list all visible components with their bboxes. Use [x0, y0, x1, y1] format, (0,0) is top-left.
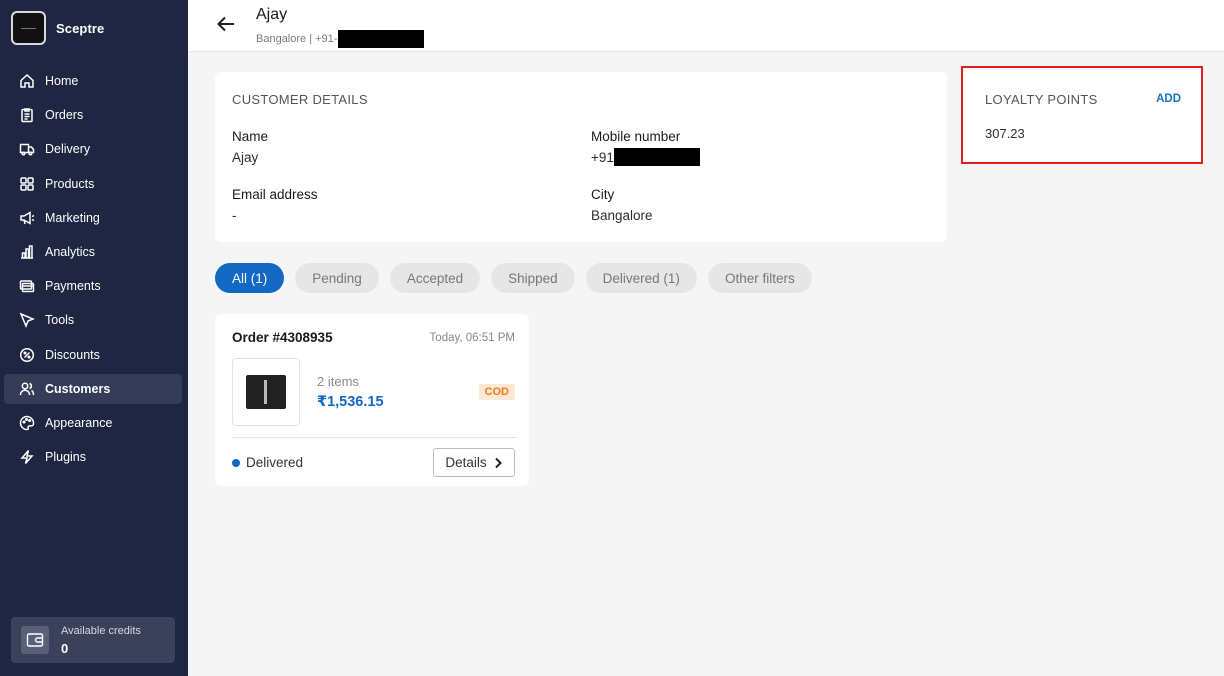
sidebar-item-delivery[interactable]: Delivery [4, 134, 182, 164]
add-loyalty-button[interactable]: ADD [1156, 93, 1181, 105]
filter-shipped[interactable]: Shipped [491, 263, 575, 293]
sidebar-item-discounts[interactable]: Discounts [4, 340, 182, 370]
wallet-icon [21, 626, 49, 654]
page-header: Ajay Bangalore | +91- [188, 0, 1224, 52]
sidebar-item-products[interactable]: Products [4, 169, 182, 199]
customer-subtitle: Bangalore | +91- [256, 30, 425, 48]
email-label: Email address [232, 187, 318, 202]
brand-logo [11, 11, 46, 45]
name-label: Name [232, 129, 269, 144]
city-value: Bangalore [591, 208, 653, 223]
clipboard-icon [18, 107, 35, 124]
order-id: Order #4308935 [232, 330, 333, 345]
customer-name-title: Ajay [256, 6, 288, 23]
pointer-icon [18, 312, 35, 329]
lightning-icon [18, 449, 35, 466]
back-arrow-icon[interactable] [215, 13, 237, 35]
sidebar-item-plugins[interactable]: Plugins [4, 442, 182, 472]
megaphone-icon [18, 209, 35, 226]
sidebar-item-tools[interactable]: Tools [4, 305, 182, 335]
filter-delivered[interactable]: Delivered (1) [585, 263, 697, 293]
chevron-right-icon [494, 457, 502, 468]
sidebar-item-label: Delivery [45, 142, 91, 157]
details-button[interactable]: Details [433, 448, 515, 477]
customer-details-title: CUSTOMER DETAILS [232, 92, 368, 107]
brand[interactable]: Sceptre [11, 10, 104, 46]
product-thumbnail [232, 358, 300, 426]
credits-value: 0 [61, 640, 69, 656]
sidebar-item-label: Tools [45, 313, 75, 328]
divider [232, 437, 517, 438]
customer-details-card: CUSTOMER DETAILS Name Ajay Mobile number… [215, 72, 947, 242]
redacted-phone [338, 30, 425, 48]
sidebar-item-label: Customers [45, 381, 111, 396]
email-value: - [232, 208, 237, 223]
filter-pending[interactable]: Pending [295, 263, 379, 293]
sidebar-item-orders[interactable]: Orders [4, 100, 182, 130]
sidebar-item-label: Appearance [45, 415, 113, 430]
sidebar-item-analytics[interactable]: Analytics [4, 237, 182, 267]
sidebar-item-payments[interactable]: Payments [4, 271, 182, 301]
city-label: City [591, 187, 615, 202]
home-icon [18, 73, 35, 90]
status-dot-icon [232, 458, 240, 467]
subtitle-text: Bangalore | +91- [256, 33, 338, 45]
sidebar-item-label: Marketing [45, 210, 100, 225]
sidebar-item-home[interactable]: Home [4, 66, 182, 96]
wallet-product-image [246, 375, 286, 409]
loyalty-points-value: 307.23 [985, 126, 1025, 141]
sidebar-item-marketing[interactable]: Marketing [4, 203, 182, 233]
mobile-label: Mobile number [591, 129, 681, 144]
sidebar-item-label: Discounts [45, 347, 100, 362]
palette-icon [18, 414, 35, 431]
details-button-label: Details [445, 455, 487, 470]
card-icon [18, 278, 35, 295]
sidebar-item-label: Payments [45, 279, 101, 294]
bar-chart-icon [18, 243, 35, 260]
discount-icon [18, 346, 35, 363]
order-time: Today, 06:51 PM [429, 332, 515, 344]
brand-name: Sceptre [56, 20, 105, 36]
order-filters: All (1) Pending Accepted Shipped Deliver… [215, 263, 823, 293]
sidebar-item-label: Plugins [45, 450, 86, 465]
name-value: Ajay [232, 150, 259, 165]
sidebar-item-appearance[interactable]: Appearance [4, 408, 182, 438]
sidebar-item-label: Products [45, 176, 95, 191]
order-items-count: 2 items [317, 374, 359, 389]
users-icon [18, 380, 35, 397]
sidebar: Sceptre Home Orders Delivery Products Ma… [0, 0, 188, 676]
sidebar-item-customers[interactable]: Customers [4, 373, 182, 404]
loyalty-points-title: LOYALTY POINTS [985, 92, 1098, 107]
loyalty-points-card: LOYALTY POINTS ADD 307.23 [961, 66, 1203, 164]
order-status: Delivered [232, 455, 303, 470]
mobile-value: +91 [591, 148, 700, 166]
filter-accepted[interactable]: Accepted [389, 263, 481, 293]
order-price: ₹1,536.15 [317, 394, 384, 410]
payment-badge: COD [478, 384, 515, 400]
sidebar-item-label: Orders [45, 108, 84, 123]
credits-label: Available credits [61, 624, 141, 637]
available-credits[interactable]: Available credits 0 [11, 617, 175, 663]
filter-other[interactable]: Other filters [707, 263, 812, 293]
filter-all[interactable]: All (1) [215, 263, 285, 293]
mobile-prefix: +91 [591, 149, 614, 165]
order-card[interactable]: Order #4308935 Today, 06:51 PM 2 items ₹… [215, 314, 529, 486]
truck-icon [18, 141, 35, 158]
order-status-text: Delivered [246, 455, 304, 470]
sidebar-item-label: Analytics [45, 244, 96, 259]
redacted-mobile [613, 148, 700, 166]
sidebar-item-label: Home [45, 74, 79, 88]
grid-icon [18, 175, 35, 192]
sidebar-nav: Home Orders Delivery Products Marketing … [4, 66, 182, 476]
